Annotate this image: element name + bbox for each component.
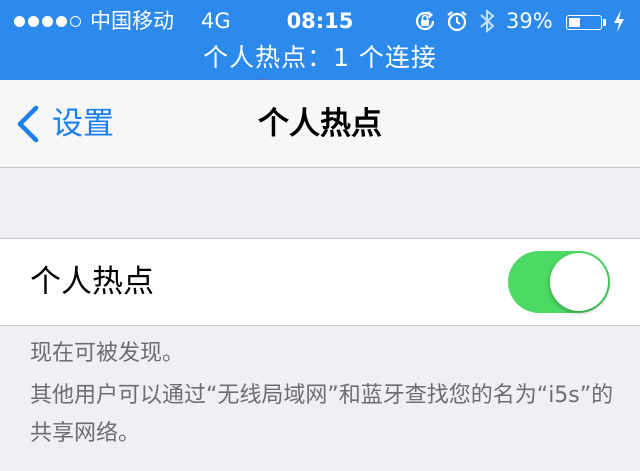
personal-hotspot-toggle[interactable] <box>508 251 610 313</box>
hotspot-connection-banner[interactable]: 个人热点：1 个连接 <box>0 41 640 75</box>
personal-hotspot-label: 个人热点 <box>30 264 154 300</box>
battery-percent: 39% <box>506 9 553 33</box>
hotspot-description-note: 其他用户可以通过“无线局域网”和蓝牙查找您的名为“i5s”的共享网络。 <box>30 383 614 446</box>
battery-icon <box>566 15 602 30</box>
battery-fill <box>569 18 580 27</box>
personal-hotspot-row: 个人热点 <box>0 238 640 326</box>
page-title: 个人热点 <box>258 106 382 142</box>
bluetooth-icon <box>480 8 495 34</box>
status-row: 中国移动 4G 08:15 39% <box>0 6 640 36</box>
status-bar: 中国移动 4G 08:15 39% 个人热点：1 个连接 <box>0 0 640 80</box>
toggle-knob <box>550 253 608 311</box>
navigation-bar: 设置 个人热点 <box>0 80 640 168</box>
charging-bolt-icon <box>614 10 624 32</box>
discoverable-note: 现在可被发现。 <box>30 341 185 366</box>
battery-tip <box>603 19 606 26</box>
alarm-icon <box>447 11 467 32</box>
rotation-lock-icon <box>415 11 435 31</box>
